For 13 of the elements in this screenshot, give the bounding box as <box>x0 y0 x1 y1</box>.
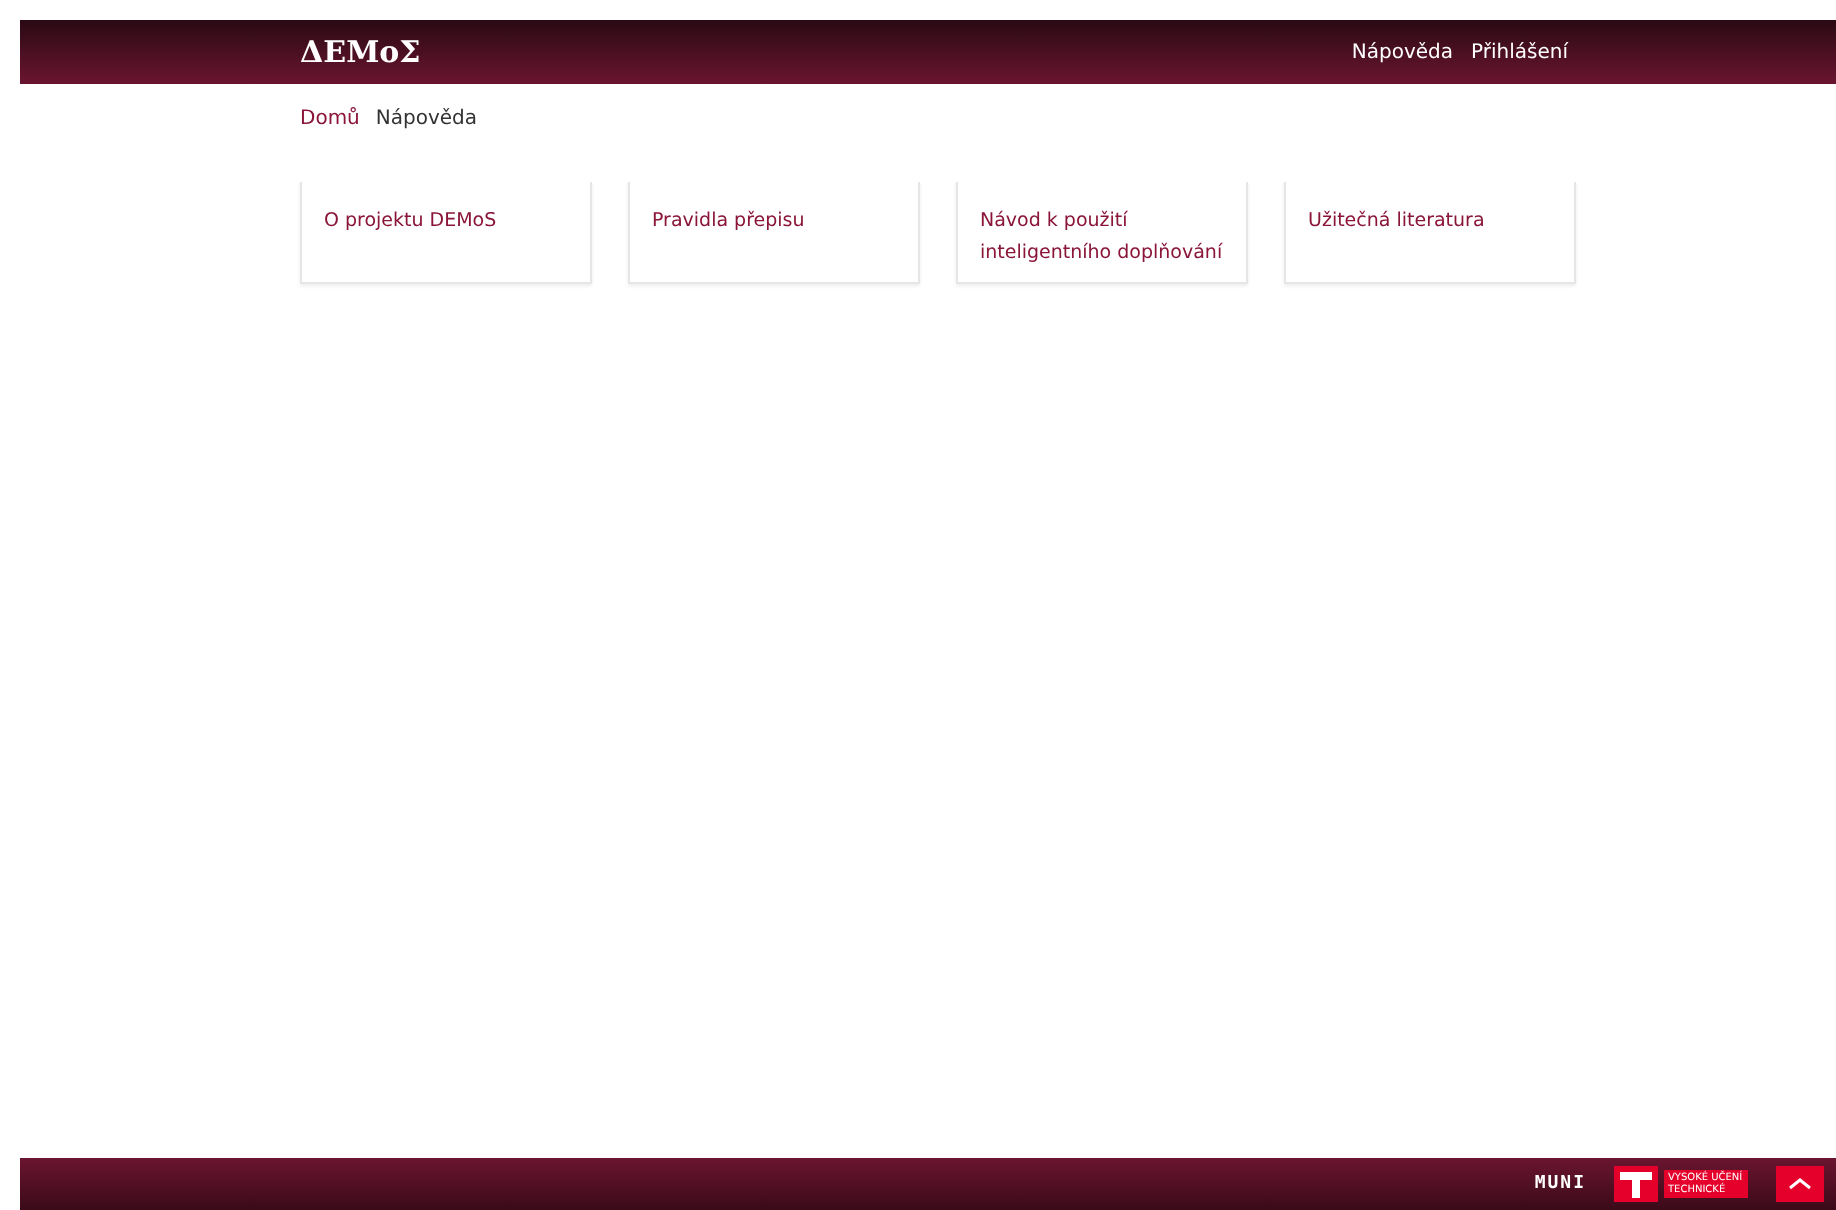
university-logo: MUNI <box>1534 1174 1586 1194</box>
back-to-top-button[interactable] <box>1776 1166 1824 1202</box>
breadcrumb-link[interactable]: Nápověda <box>375 107 478 129</box>
nav-link[interactable]: Nápověda <box>1351 41 1454 63</box>
card-link[interactable]: Návod k použití inteligentního doplňování <box>980 206 1224 270</box>
card-link[interactable]: O projektu DEMoS <box>324 206 568 238</box>
site-logo[interactable]: ΔEMoΣ <box>300 34 421 70</box>
card-link[interactable]: Pravidla přepisu <box>652 206 896 238</box>
breadcrumb-link[interactable]: Domů <box>300 107 360 129</box>
card-link[interactable]: Užitečná literatura <box>1308 206 1552 238</box>
t-logo-icon <box>1614 1166 1658 1202</box>
nav-link[interactable]: Přihlášení <box>1471 41 1568 63</box>
chevron-up-icon <box>1788 1176 1812 1192</box>
